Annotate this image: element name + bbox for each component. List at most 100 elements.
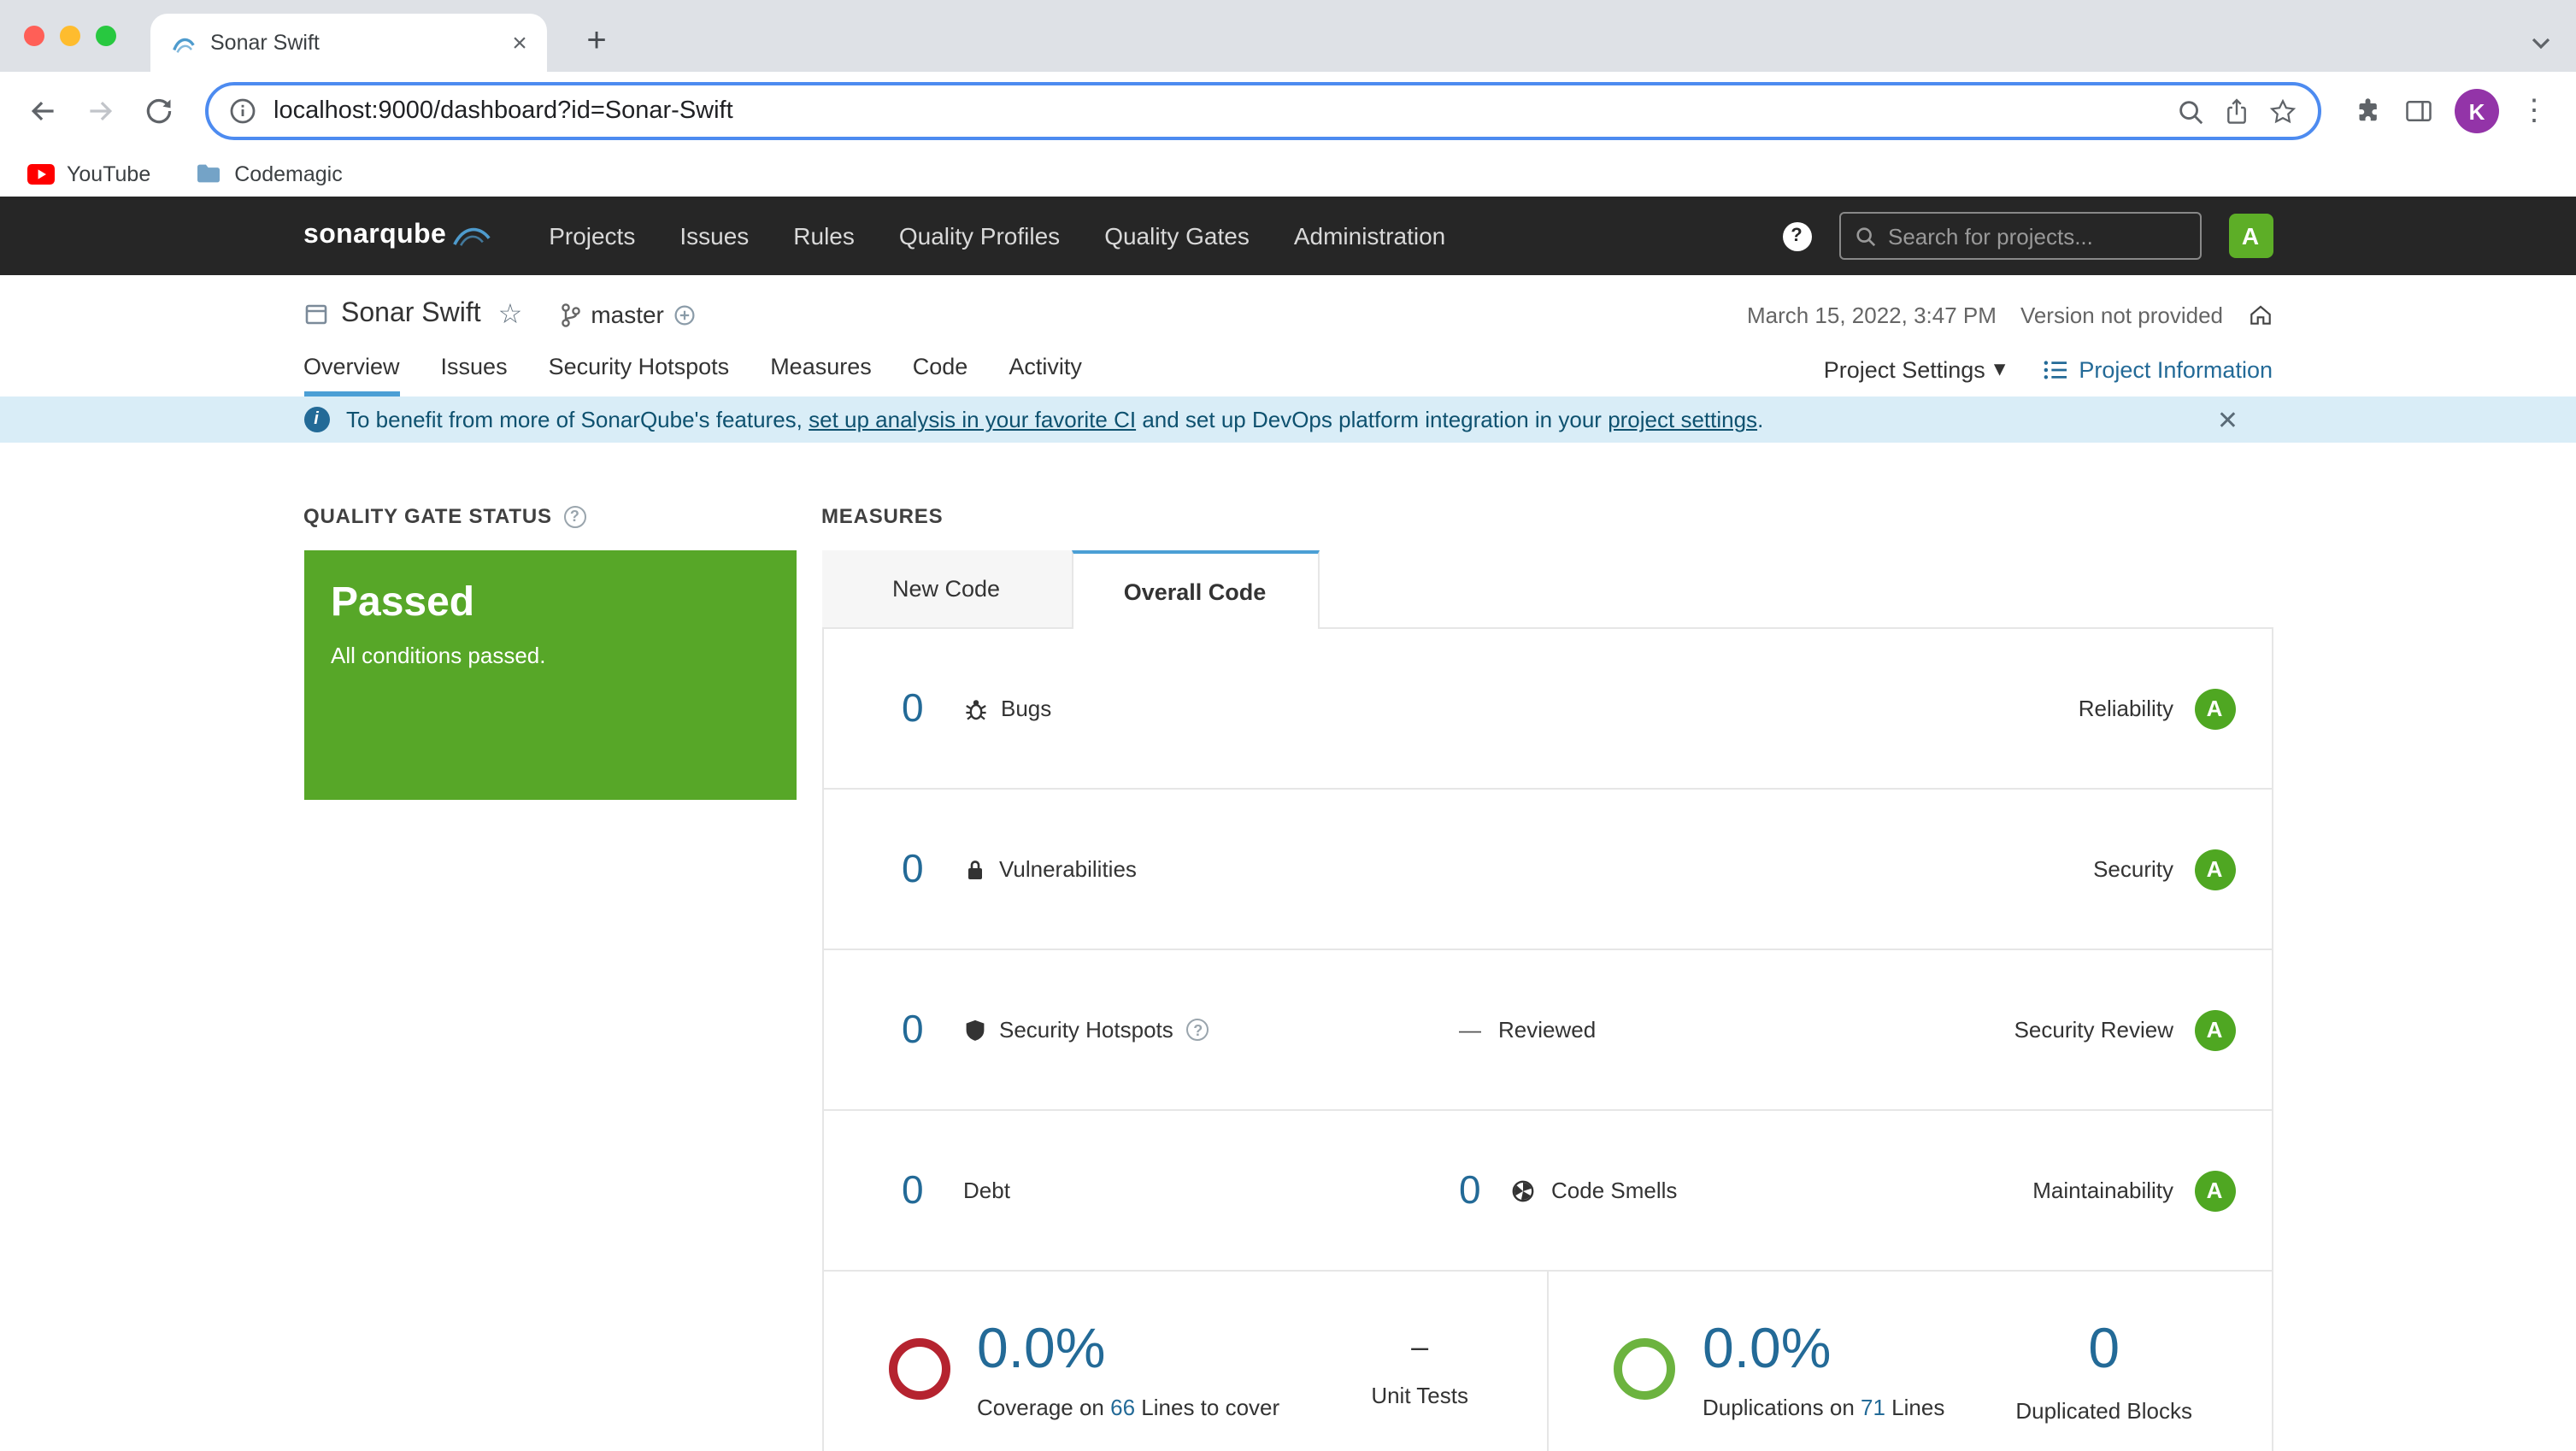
hotspots-count[interactable]: 0 (902, 1007, 936, 1053)
nav-quality-profiles[interactable]: Quality Profiles (899, 222, 1060, 250)
side-panel-icon[interactable] (2403, 96, 2434, 126)
reload-icon[interactable] (133, 85, 185, 137)
tab-security-hotspots[interactable]: Security Hotspots (549, 354, 730, 397)
branch-name[interactable]: master (591, 301, 664, 328)
duplications-value[interactable]: 0.0% (1703, 1319, 1944, 1375)
hotspots-help-icon[interactable]: ? (1187, 1019, 1209, 1041)
bookmark-star-icon[interactable] (2268, 97, 2297, 126)
unit-tests-block: – Unit Tests (1371, 1330, 1468, 1408)
duplications-lines-link[interactable]: 71 (1861, 1394, 1885, 1419)
share-icon[interactable] (2222, 97, 2251, 126)
page-info-icon[interactable] (229, 97, 256, 125)
measures-heading: MEASURES (821, 504, 943, 528)
debt-label: Debt (963, 1178, 1010, 1203)
search-icon (1854, 225, 1876, 247)
browser-tab[interactable]: Sonar Swift × (150, 14, 547, 72)
coverage-value[interactable]: 0.0% (977, 1319, 1279, 1375)
search-input[interactable] (1888, 223, 2185, 249)
project-settings-link[interactable]: project settings (1608, 407, 1757, 432)
quality-gate-subtext: All conditions passed. (331, 643, 768, 668)
fullscreen-window-button[interactable] (96, 26, 116, 46)
maintainability-rating-badge: A (2194, 1170, 2235, 1211)
vulnerabilities-count[interactable]: 0 (902, 846, 936, 892)
global-search[interactable] (1838, 212, 2201, 260)
tab-title: Sonar Swift (210, 31, 492, 55)
new-tab-button[interactable]: + (574, 19, 619, 63)
coverage-caption: Coverage on 66 Lines to cover (977, 1394, 1279, 1419)
bookmark-label: Codemagic (234, 162, 342, 185)
toolbar-right-icons: K ⋮ (2342, 89, 2559, 133)
user-avatar[interactable]: A (2228, 214, 2273, 258)
folder-icon (195, 162, 222, 185)
tab-overall-code[interactable]: Overall Code (1071, 550, 1319, 629)
bookmark-codemagic[interactable]: Codemagic (195, 162, 342, 185)
security-review-rating-badge: A (2194, 1009, 2235, 1050)
reviewed-label: Reviewed (1498, 1017, 1596, 1043)
nav-rules[interactable]: Rules (793, 222, 855, 250)
tab-search-chevron-icon[interactable] (2530, 36, 2552, 51)
coverage-lines-link[interactable]: 66 (1110, 1394, 1135, 1419)
quality-gate-help-icon[interactable]: ? (564, 505, 586, 527)
hotspots-label: Security Hotspots (999, 1017, 1173, 1043)
home-icon[interactable] (2247, 303, 2273, 326)
shield-icon (963, 1018, 985, 1042)
code-smells-count[interactable]: 0 (1459, 1167, 1493, 1213)
info-icon: i (303, 407, 329, 432)
zoom-icon[interactable] (2176, 97, 2205, 126)
nav-administration[interactable]: Administration (1294, 222, 1445, 250)
minimize-window-button[interactable] (60, 26, 80, 46)
reviewed-value: — (1459, 1017, 1481, 1043)
unit-tests-label: Unit Tests (1371, 1383, 1468, 1408)
tab-new-code[interactable]: New Code (821, 550, 1071, 627)
tab-code[interactable]: Code (913, 354, 968, 397)
address-bar[interactable]: localhost:9000/dashboard?id=Sonar-Swift (205, 82, 2321, 140)
profile-avatar[interactable]: K (2455, 89, 2499, 133)
chevron-down-icon: ▾ (1994, 355, 2006, 383)
bookmark-youtube[interactable]: YouTube (27, 162, 150, 185)
close-window-button[interactable] (24, 26, 44, 46)
tab-issues[interactable]: Issues (441, 354, 508, 397)
tab-close-icon[interactable]: × (506, 28, 533, 57)
back-icon[interactable] (17, 85, 68, 137)
coverage-ring-icon (888, 1338, 950, 1400)
project-tabs: Overview Issues Security Hotspots Measur… (303, 354, 2273, 397)
browser-tab-strip: Sonar Swift × + (0, 0, 2576, 72)
url-text[interactable]: localhost:9000/dashboard?id=Sonar-Swift (273, 97, 2159, 125)
code-smells-label: Code Smells (1551, 1178, 1677, 1203)
project-settings-dropdown[interactable]: Project Settings ▾ (1824, 355, 2006, 383)
project-settings-label: Project Settings (1824, 356, 1985, 382)
global-nav-menu: Projects Issues Rules Quality Profiles Q… (549, 222, 1445, 250)
quality-gate-heading: QUALITY GATE STATUS (303, 504, 552, 528)
vulnerabilities-label: Vulnerabilities (999, 856, 1137, 882)
tab-measures[interactable]: Measures (770, 354, 872, 397)
security-rating-badge: A (2194, 849, 2235, 890)
nav-issues[interactable]: Issues (679, 222, 749, 250)
chrome-menu-icon[interactable]: ⋮ (2520, 94, 2549, 128)
duplications-ring-icon (1614, 1338, 1675, 1400)
favorite-star-icon[interactable]: ☆ (498, 297, 523, 332)
duplicated-blocks-block: 0 Duplicated Blocks (2015, 1315, 2192, 1423)
sonarqube-swoosh-icon (453, 224, 491, 248)
banner-close-icon[interactable]: ✕ (2217, 404, 2238, 435)
measures-footer: 0.0% Coverage on 66 Lines to cover – Uni… (823, 1272, 2271, 1451)
tab-overview[interactable]: Overview (303, 354, 400, 397)
info-banner: i To benefit from more of SonarQube's fe… (0, 397, 2576, 443)
branch-plus-icon[interactable] (674, 303, 697, 326)
setup-ci-link[interactable]: set up analysis in your favorite CI (809, 407, 1136, 432)
project-title[interactable]: Sonar Swift (341, 299, 481, 330)
row-bugs: 0 Bugs Reliability A (823, 629, 2271, 790)
maintainability-label: Maintainability (2032, 1178, 2173, 1203)
help-icon[interactable]: ? (1782, 221, 1811, 250)
project-information-button[interactable]: Project Information (2043, 356, 2273, 382)
debt-value[interactable]: 0 (902, 1167, 936, 1213)
tab-activity[interactable]: Activity (1009, 354, 1082, 397)
sonarqube-logo[interactable]: sonarqube (303, 220, 491, 251)
bugs-label: Bugs (1001, 696, 1051, 721)
forward-icon[interactable] (75, 85, 126, 137)
bugs-count[interactable]: 0 (902, 685, 936, 731)
extensions-puzzle-icon[interactable] (2352, 96, 2383, 126)
nav-projects[interactable]: Projects (549, 222, 635, 250)
branch-icon (560, 302, 580, 327)
duplicated-blocks-value[interactable]: 0 (2015, 1315, 2192, 1380)
nav-quality-gates[interactable]: Quality Gates (1104, 222, 1250, 250)
